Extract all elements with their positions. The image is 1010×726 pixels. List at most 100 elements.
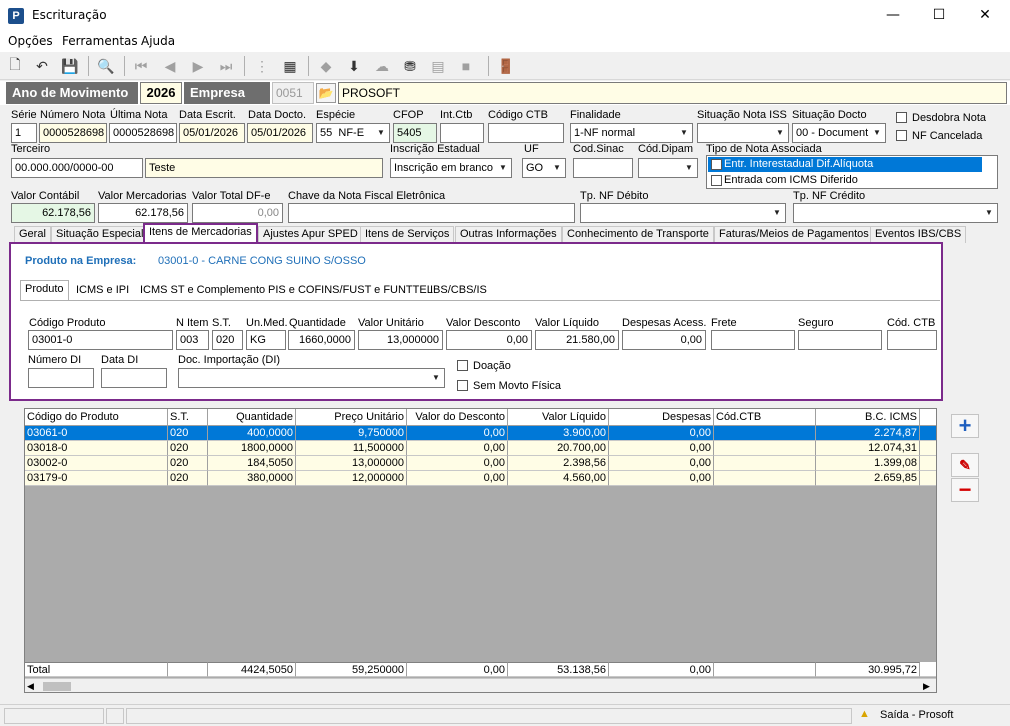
- menu-ferramentas[interactable]: Ferramentas: [62, 34, 138, 48]
- tab-conhecimento-transporte[interactable]: Conhecimento de Transporte: [562, 226, 714, 243]
- intctb-field[interactable]: [440, 123, 484, 143]
- tab-outras-informacoes[interactable]: Outras Informações: [455, 226, 562, 243]
- grid-cell[interactable]: 020: [168, 456, 208, 471]
- tp-credito-select[interactable]: ▼: [793, 203, 998, 223]
- empresa-code-field[interactable]: 0051: [272, 82, 314, 104]
- minimize-button[interactable]: —: [870, 0, 916, 31]
- scrollbar-thumb[interactable]: [43, 682, 71, 691]
- tipo-assoc-item-2[interactable]: Entrada com ICMS Diferido: [708, 173, 982, 188]
- sinac-field[interactable]: [573, 158, 633, 178]
- grid-column-header[interactable]: Valor Líquido: [508, 409, 609, 426]
- doacao-checkbox[interactable]: [457, 360, 468, 371]
- grid-cell[interactable]: 1.399,08: [816, 456, 920, 471]
- ie-select[interactable]: Inscrição em branco ▼: [390, 158, 512, 178]
- dipam-select[interactable]: ▼: [638, 158, 698, 178]
- desp-field[interactable]: 0,00: [622, 330, 706, 350]
- grid-cell[interactable]: 11,500000: [296, 441, 407, 456]
- tab-ajustes-apur-sped[interactable]: Ajustes Apur SPED: [258, 226, 363, 243]
- valor-merc-field[interactable]: 62.178,56: [98, 203, 188, 223]
- grid-cell[interactable]: 2.398,56: [508, 456, 609, 471]
- tab-faturas-meios-pagamentos[interactable]: Faturas/Meios de Pagamentos: [714, 226, 874, 243]
- ultima-field[interactable]: 0000528698: [109, 123, 177, 143]
- grid-cell[interactable]: 0,00: [609, 456, 714, 471]
- grid-cell[interactable]: [714, 456, 816, 471]
- tab-itens-servicos[interactable]: Itens de Serviços: [360, 226, 455, 243]
- calculator-icon[interactable]: ▦: [280, 56, 300, 76]
- add-item-button[interactable]: +: [951, 413, 979, 438]
- close-button[interactable]: ✕: [962, 0, 1008, 31]
- tab-eventos-ibs-cbs[interactable]: Eventos IBS/CBS: [870, 226, 967, 243]
- print-preview-icon[interactable]: 🔍: [96, 56, 116, 76]
- finalidade-select[interactable]: 1-NF normal ▼: [570, 123, 693, 143]
- terceiro-nome-field[interactable]: Teste: [145, 158, 383, 178]
- ano-field[interactable]: 2026: [140, 82, 182, 104]
- cloud-icon[interactable]: ☁: [372, 56, 392, 76]
- subtab-icms-ipi[interactable]: ICMS e IPI: [72, 282, 133, 300]
- grid-cell[interactable]: 184,5050: [208, 456, 296, 471]
- data-docto-field[interactable]: 05/01/2026: [247, 123, 313, 143]
- sit-iss-select[interactable]: ▼: [697, 123, 789, 143]
- grid-cell[interactable]: 03002-0: [25, 456, 168, 471]
- frete-field[interactable]: [711, 330, 795, 350]
- tab-itens-mercadorias[interactable]: Itens de Mercadorias: [143, 223, 258, 243]
- codctb-prod-field[interactable]: [887, 330, 937, 350]
- horizontal-scrollbar[interactable]: ◀ ▶: [25, 678, 936, 692]
- grid-cell[interactable]: 03179-0: [25, 471, 168, 486]
- unmed-field[interactable]: KG: [246, 330, 286, 350]
- datadi-field[interactable]: [101, 368, 167, 388]
- valor-dfe-field[interactable]: 0,00: [192, 203, 283, 223]
- grid-cell[interactable]: 12,000000: [296, 471, 407, 486]
- first-record-icon[interactable]: ⏮: [131, 56, 151, 76]
- grid-column-header[interactable]: B.C. ICMS: [816, 409, 920, 426]
- vunit-field[interactable]: 13,000000: [358, 330, 443, 350]
- terceiro-doc-field[interactable]: 00.000.000/0000-00: [11, 158, 143, 178]
- grid-column-header[interactable]: Código do Produto: [25, 409, 168, 426]
- grid-cell[interactable]: 020: [168, 426, 208, 441]
- cib-icon[interactable]: ⛃: [400, 56, 420, 76]
- exit-door-icon[interactable]: 🚪: [496, 56, 516, 76]
- st-field[interactable]: 020: [212, 330, 243, 350]
- qtd-field[interactable]: 1660,0000: [288, 330, 355, 350]
- grid-column-header[interactable]: S.T.: [168, 409, 208, 426]
- grid-cell[interactable]: 0,00: [407, 426, 508, 441]
- tipo-assoc-checkbox[interactable]: [711, 175, 722, 186]
- grid-cell[interactable]: 03061-0: [25, 426, 168, 441]
- puzzle-icon[interactable]: ◆: [316, 56, 336, 76]
- especie-select[interactable]: 55 NF-E ▼: [316, 123, 390, 143]
- next-record-icon[interactable]: ▶: [188, 56, 208, 76]
- tipo-assoc-list[interactable]: Entr. Interestadual Dif.Alíquota Entrada…: [706, 155, 998, 189]
- grid-cell[interactable]: 380,0000: [208, 471, 296, 486]
- menu-ajuda[interactable]: Ajuda: [141, 34, 175, 48]
- grid-cell[interactable]: 9,750000: [296, 426, 407, 441]
- docimp-select[interactable]: ▼: [178, 368, 445, 388]
- edit-item-button[interactable]: ✎: [951, 453, 979, 477]
- grid-cell[interactable]: 0,00: [609, 426, 714, 441]
- scroll-left-icon[interactable]: ◀: [27, 681, 34, 692]
- grid-cell[interactable]: 3.900,00: [508, 426, 609, 441]
- previous-record-icon[interactable]: ◀: [160, 56, 180, 76]
- grid-cell[interactable]: 2.274,87: [816, 426, 920, 441]
- grid-cell[interactable]: 4.560,00: [508, 471, 609, 486]
- grid-cell[interactable]: [714, 471, 816, 486]
- sit-docto-select[interactable]: 00 - Document ▼: [792, 123, 886, 143]
- desdobra-checkbox[interactable]: [896, 112, 907, 123]
- download-icon[interactable]: ⬇: [344, 56, 364, 76]
- save-icon[interactable]: 💾: [60, 56, 80, 76]
- grid-cell[interactable]: 020: [168, 441, 208, 456]
- table-icon[interactable]: ▤: [428, 56, 448, 76]
- remove-item-button[interactable]: −: [951, 477, 979, 502]
- grid-cell[interactable]: 13,000000: [296, 456, 407, 471]
- grid-cell[interactable]: 2.659,85: [816, 471, 920, 486]
- grid-cell[interactable]: 0,00: [407, 456, 508, 471]
- new-document-icon[interactable]: 🗋: [5, 56, 25, 76]
- subtab-pis-cofins[interactable]: PIS e COFINS/FUST e FUNTTEL: [264, 282, 437, 300]
- numdi-field[interactable]: [28, 368, 94, 388]
- grid-cell[interactable]: 0,00: [609, 441, 714, 456]
- numero-field[interactable]: 0000528698: [39, 123, 107, 143]
- grid-cell[interactable]: 20.700,00: [508, 441, 609, 456]
- grid-cell[interactable]: 1800,0000: [208, 441, 296, 456]
- last-record-icon[interactable]: ⏭: [216, 56, 236, 76]
- data-escrit-field[interactable]: 05/01/2026: [179, 123, 245, 143]
- cfop-field[interactable]: 5405: [393, 123, 437, 143]
- tab-situacao-especial[interactable]: Situação Especial: [51, 226, 149, 243]
